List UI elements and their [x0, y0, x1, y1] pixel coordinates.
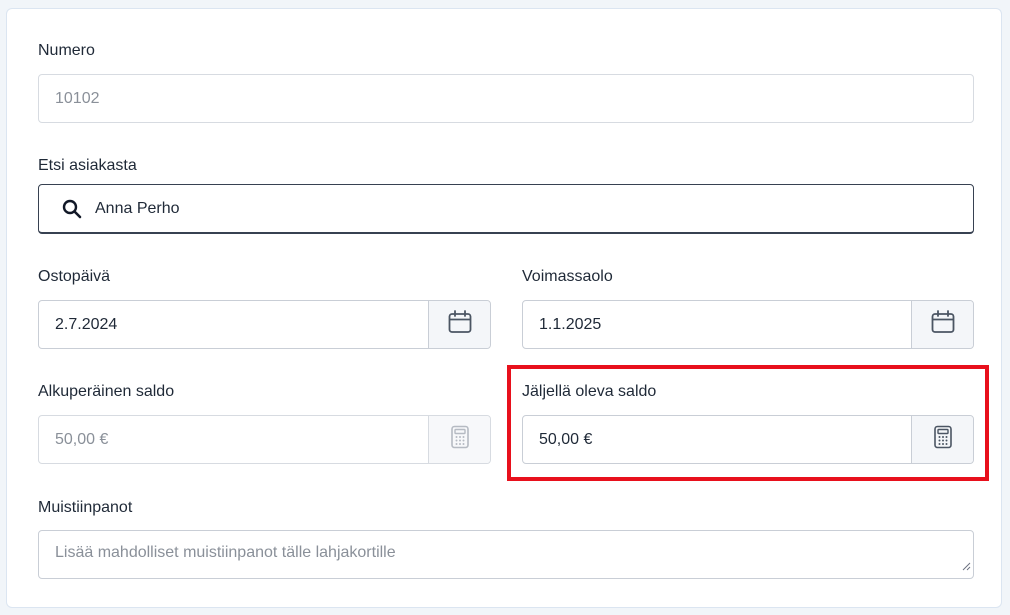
validity-input[interactable]: 1.1.2025	[522, 300, 974, 349]
original-balance-field: 50,00 €	[38, 415, 491, 464]
notes-placeholder: Lisää mahdolliset muistiinpanot tälle la…	[55, 544, 396, 561]
original-balance-value: 50,00 €	[55, 431, 109, 448]
validity-picker-button[interactable]	[911, 301, 973, 348]
original-balance-calculator-button	[428, 416, 490, 463]
purchase-date-value: 2.7.2024	[55, 316, 118, 333]
calendar-icon	[930, 309, 956, 340]
remaining-balance-calculator-button[interactable]	[911, 416, 973, 463]
calculator-icon	[932, 425, 954, 454]
original-balance-label: Alkuperäinen saldo	[38, 383, 175, 400]
remaining-balance-label: Jäljellä oleva saldo	[522, 383, 657, 400]
notes-label: Muistiinpanot	[38, 499, 133, 516]
validity-label: Voimassaolo	[522, 268, 613, 285]
numero-value: 10102	[55, 90, 100, 107]
purchase-date-picker-button[interactable]	[428, 301, 490, 348]
numero-label: Numero	[38, 42, 95, 59]
calendar-icon	[447, 309, 473, 340]
validity-value: 1.1.2025	[539, 316, 602, 333]
remaining-balance-value: 50,00 €	[539, 431, 593, 448]
resize-handle-icon[interactable]	[961, 558, 971, 576]
calculator-icon	[449, 425, 471, 454]
numero-field: 10102	[38, 74, 974, 123]
notes-textarea[interactable]: Lisää mahdolliset muistiinpanot tälle la…	[38, 530, 974, 579]
customer-search-label: Etsi asiakasta	[38, 157, 137, 174]
remaining-balance-input[interactable]: 50,00 €	[522, 415, 974, 464]
customer-search-value: Anna Perho	[95, 200, 180, 217]
purchase-date-label: Ostopäivä	[38, 268, 111, 285]
purchase-date-input[interactable]: 2.7.2024	[38, 300, 491, 349]
customer-search-input[interactable]: Anna Perho	[38, 184, 974, 234]
search-icon	[61, 198, 83, 225]
